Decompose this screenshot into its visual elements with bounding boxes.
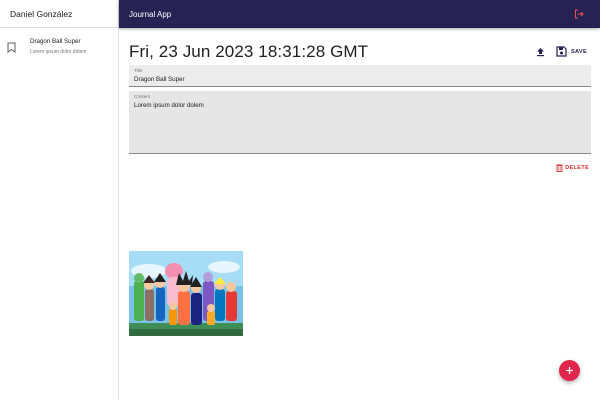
entry-title: Dragon Ball Super — [30, 38, 81, 45]
add-entry-button[interactable] — [559, 360, 580, 381]
sidebar-entry[interactable]: Dragon Ball Super Lorem ipsum dolor dole… — [0, 28, 118, 56]
logout-button[interactable] — [572, 7, 586, 21]
sidebar: Daniel González Dragon Ball Super Lorem … — [0, 0, 119, 400]
delete-label: DELETE — [565, 165, 589, 171]
app-bar: Journal App — [119, 0, 600, 28]
content-field-value[interactable]: Lorem ipsum dolor dolem — [134, 101, 586, 110]
content-field-label: Content — [134, 94, 151, 99]
note-view: Fri, 23 Jun 2023 18:31:28 GMT SAVE Title… — [129, 28, 591, 400]
user-name: Daniel González — [0, 0, 118, 28]
app-title: Journal App — [129, 9, 172, 19]
title-field-label: Title — [134, 68, 143, 73]
note-image-gallery — [129, 251, 243, 336]
save-label: SAVE — [570, 48, 587, 55]
title-field[interactable]: Title Dragon Ball Super — [129, 65, 591, 87]
note-date: Fri, 23 Jun 2023 18:31:28 GMT — [129, 41, 369, 61]
trash-icon — [556, 164, 563, 172]
save-button[interactable]: SAVE — [556, 46, 587, 57]
entry-snippet: Lorem ipsum dolor dolem — [30, 49, 87, 55]
delete-row: DELETE — [129, 164, 591, 172]
delete-button[interactable]: DELETE — [556, 164, 589, 172]
bookmark-icon — [7, 40, 16, 53]
upload-button[interactable] — [533, 44, 549, 60]
dragon-ball-characters-image[interactable] — [129, 251, 243, 336]
plus-icon — [566, 367, 573, 374]
logout-icon — [575, 9, 584, 19]
content-field[interactable]: Content Lorem ipsum dolor dolem — [129, 91, 591, 154]
note-actions: SAVE — [533, 44, 587, 60]
save-icon — [556, 46, 567, 57]
title-field-value[interactable]: Dragon Ball Super — [134, 75, 586, 84]
upload-icon — [537, 47, 545, 56]
